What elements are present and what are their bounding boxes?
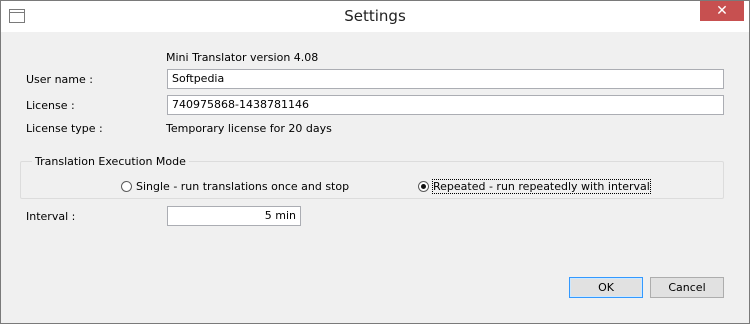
ok-button[interactable]: OK [569, 277, 643, 298]
title-bar[interactable]: Settings ✕ [1, 1, 749, 32]
close-button[interactable]: ✕ [700, 1, 744, 21]
user-name-label: User name : [26, 73, 93, 86]
single-mode-radio[interactable]: Single - run translations once and stop [121, 180, 349, 193]
license-type-label: License type : [26, 122, 103, 135]
repeated-mode-radio[interactable]: Repeated - run repeatedly with interval [418, 179, 651, 194]
single-radio-icon[interactable] [121, 181, 132, 192]
license-label: License : [26, 99, 75, 112]
interval-label: Interval : [26, 210, 76, 223]
repeated-radio-icon[interactable] [418, 181, 429, 192]
execution-mode-legend: Translation Execution Mode [32, 155, 189, 168]
user-name-input[interactable]: Softpedia [167, 69, 724, 89]
cancel-button[interactable]: Cancel [650, 277, 724, 298]
license-type-value: Temporary license for 20 days [166, 122, 332, 135]
interval-input[interactable]: 5 min [167, 206, 301, 226]
repeated-mode-label: Repeated - run repeatedly with interval [432, 179, 651, 194]
version-text: Mini Translator version 4.08 [166, 51, 319, 64]
license-input[interactable]: 740975868-1438781146 [167, 95, 724, 115]
window-title: Settings [344, 7, 406, 25]
single-mode-label: Single - run translations once and stop [136, 180, 350, 193]
settings-window: Settings ✕ Mini Translator version 4.08 … [0, 0, 750, 324]
